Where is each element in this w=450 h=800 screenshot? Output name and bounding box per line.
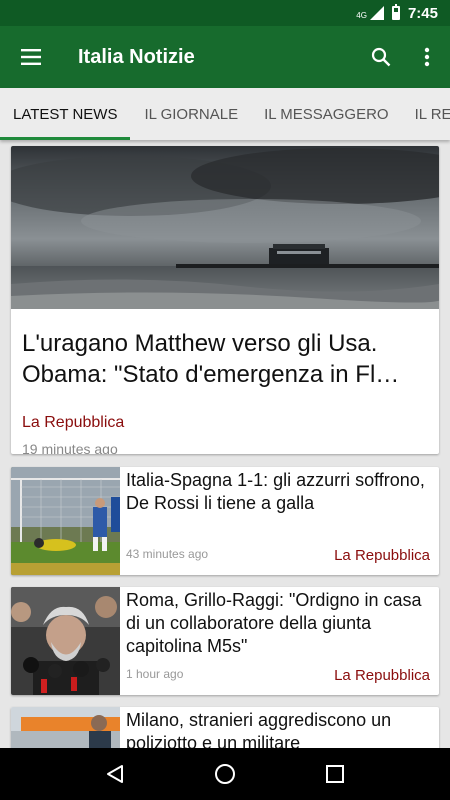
recents-icon[interactable]	[310, 749, 360, 799]
tab-il-messaggero[interactable]: IL MESSAGGERO	[251, 88, 401, 140]
more-vert-icon[interactable]	[404, 26, 450, 88]
home-icon[interactable]	[200, 749, 250, 799]
article-thumbnail	[11, 707, 120, 748]
news-feed[interactable]: L'uragano Matthew verso gli Usa. Obama: …	[0, 140, 450, 748]
featured-article-source[interactable]: La Repubblica	[22, 414, 439, 432]
back-icon[interactable]	[90, 749, 140, 799]
article-card[interactable]: Italia-Spagna 1-1: gli azzurri soffrono,…	[11, 467, 439, 575]
network-type: 4G	[356, 11, 367, 20]
tab-il-resto-del-carlino[interactable]: IL RESTO DEL CARLINO	[402, 88, 450, 140]
app-bar: Italia Notizie	[0, 26, 450, 88]
status-time: 7:45	[407, 4, 438, 22]
status-bar: 4G 7:45	[0, 0, 450, 26]
app-title: Italia Notizie	[78, 45, 195, 68]
featured-article-card[interactable]: L'uragano Matthew verso gli Usa. Obama: …	[11, 146, 439, 454]
article-time: 43 minutes ago	[126, 547, 209, 561]
featured-image	[11, 146, 439, 309]
hamburger-menu-icon[interactable]	[0, 26, 62, 88]
tab-latest-news[interactable]: LATEST NEWS	[0, 88, 131, 140]
article-source[interactable]: La Repubblica	[334, 667, 430, 684]
article-time: 1 hour ago	[126, 667, 184, 681]
search-icon[interactable]	[358, 26, 404, 88]
tab-il-giornale[interactable]: IL GIORNALE	[130, 88, 251, 140]
article-thumbnail	[11, 467, 120, 575]
article-thumbnail	[11, 587, 120, 695]
featured-article-title: L'uragano Matthew verso gli Usa. Obama: …	[22, 330, 400, 388]
article-card[interactable]: Milano, stranieri aggrediscono un polizi…	[11, 707, 439, 748]
system-nav-bar	[0, 748, 450, 800]
signal-icon: 4G	[356, 6, 384, 20]
tab-bar: LATEST NEWS IL GIORNALE IL MESSAGGERO IL…	[0, 88, 450, 140]
featured-article-time: 19 minutes ago	[22, 441, 118, 454]
battery-icon	[391, 4, 400, 20]
article-title: Italia-Spagna 1-1: gli azzurri soffrono,…	[126, 470, 425, 513]
article-title: Milano, stranieri aggrediscono un polizi…	[126, 710, 392, 748]
article-card[interactable]: Roma, Grillo-Raggi: "Ordigno in casa di …	[11, 587, 439, 695]
article-source[interactable]: La Repubblica	[334, 547, 430, 564]
article-title: Roma, Grillo-Raggi: "Ordigno in casa di …	[126, 590, 422, 656]
